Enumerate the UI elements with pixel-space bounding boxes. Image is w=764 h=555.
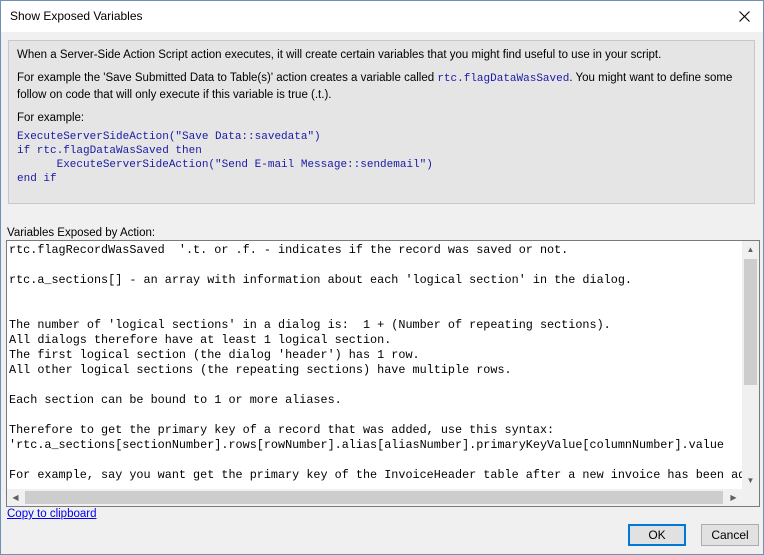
info-paragraph-3: For example: xyxy=(17,112,85,124)
variables-text-line xyxy=(9,408,742,423)
ok-button[interactable]: OK xyxy=(628,524,686,546)
variables-text-line: Each section can be bound to 1 or more a… xyxy=(9,393,342,407)
arrow-right-icon[interactable]: ▶ xyxy=(725,489,742,506)
window-title: Show Exposed Variables xyxy=(10,9,143,23)
variables-text-line: All other logical sections (the repeatin… xyxy=(9,363,512,377)
show-exposed-variables-dialog: Show Exposed Variables When a Server-Sid… xyxy=(0,0,764,555)
cancel-button[interactable]: Cancel xyxy=(701,524,759,546)
info-paragraph-1: When a Server-Side Action Script action … xyxy=(17,49,662,61)
variables-text-line xyxy=(9,288,742,303)
code-line: ExecuteServerSideAction("Save Data::save… xyxy=(17,131,321,143)
vertical-scrollbar[interactable]: ▲ ▼ xyxy=(742,241,759,489)
variables-text-line: The number of 'logical sections' in a di… xyxy=(9,318,611,332)
horizontal-scrollbar[interactable]: ◀ ▶ xyxy=(7,489,742,506)
code-line: ExecuteServerSideAction("Send E-mail Mes… xyxy=(17,159,433,171)
arrow-down-icon[interactable]: ▼ xyxy=(742,472,759,489)
variables-label: Variables Exposed by Action: xyxy=(7,227,156,239)
inline-code-variable: rtc.flagDataWasSaved xyxy=(437,73,570,85)
variables-text-line: The first logical section (the dialog 'h… xyxy=(9,348,420,362)
variables-text-line xyxy=(9,258,742,273)
info-panel: When a Server-Side Action Script action … xyxy=(8,40,755,204)
close-icon xyxy=(738,11,750,23)
vertical-scroll-thumb[interactable] xyxy=(744,259,757,385)
variables-text-line: All dialogs therefore have at least 1 lo… xyxy=(9,333,392,347)
info-paragraph-2-text: For example the 'Save Submitted Data to … xyxy=(17,72,438,84)
arrow-left-icon[interactable]: ◀ xyxy=(7,489,24,506)
info-paragraph-2: For example the 'Save Submitted Data to … xyxy=(17,70,746,103)
title-bar: Show Exposed Variables xyxy=(1,1,763,32)
variables-text-line: 'rtc.a_sections[sectionNumber].rows[rowN… xyxy=(9,438,725,452)
scrollbar-corner xyxy=(742,489,759,506)
variables-text-line: Therefore to get the primary key of a re… xyxy=(9,423,555,437)
variables-text: rtc.flagRecordWasSaved '.t. or .f. - ind… xyxy=(9,243,742,485)
variables-text-line xyxy=(9,453,742,468)
variables-text-line xyxy=(9,378,742,393)
variables-text-line xyxy=(9,303,742,318)
code-line: if rtc.flagDataWasSaved then xyxy=(17,145,202,157)
horizontal-scroll-thumb[interactable] xyxy=(25,491,723,504)
variables-textarea[interactable]: rtc.flagRecordWasSaved '.t. or .f. - ind… xyxy=(6,240,760,507)
arrow-up-icon[interactable]: ▲ xyxy=(742,241,759,258)
variables-text-line: rtc.a_sections[] - an array with informa… xyxy=(9,273,632,287)
code-example: ExecuteServerSideAction("Save Data::save… xyxy=(17,130,746,186)
copy-to-clipboard-link[interactable]: Copy to clipboard xyxy=(7,508,97,520)
variables-text-line: For example, say you want get the primar… xyxy=(9,468,742,482)
variables-text-content: rtc.flagRecordWasSaved '.t. or .f. - ind… xyxy=(9,243,742,483)
variables-text-line: rtc.flagRecordWasSaved '.t. or .f. - ind… xyxy=(9,243,569,257)
code-line: end if xyxy=(17,173,57,185)
close-button[interactable] xyxy=(731,4,757,28)
